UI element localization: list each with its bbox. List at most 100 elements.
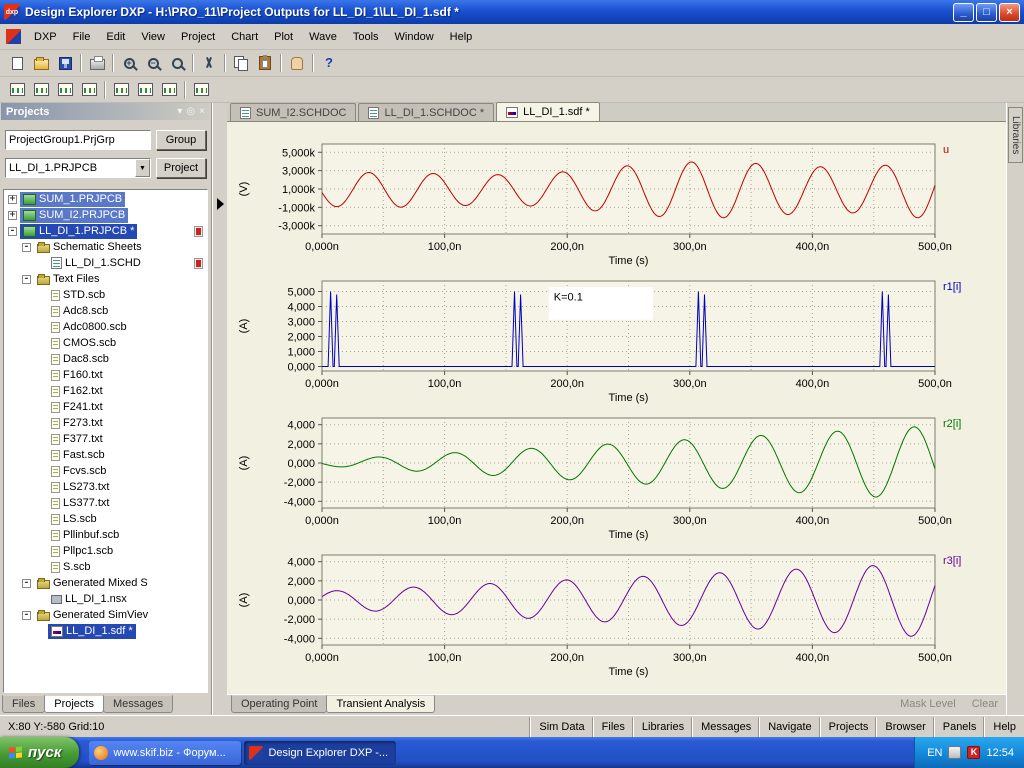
tree-item[interactable]: Adc0800.scb <box>4 319 207 335</box>
document-tab-ll-di-1-schdoc[interactable]: LL_DI_1.SCHDOC * <box>358 103 494 121</box>
paste-icon[interactable] <box>253 52 277 74</box>
document-tab-sum-i2-schdoc[interactable]: SUM_I2.SCHDOC <box>230 103 356 121</box>
tree-item[interactable]: Fast.scb <box>4 447 207 463</box>
menu-plot[interactable]: Plot <box>266 27 301 47</box>
tree-item[interactable]: +SUM_1.PRJPCB <box>4 191 207 207</box>
status-button-navigate[interactable]: Navigate <box>759 717 819 737</box>
libraries-tab[interactable]: Libraries <box>1008 107 1023 163</box>
expander-icon[interactable]: - <box>22 579 31 588</box>
expander-icon[interactable]: + <box>8 211 17 220</box>
cut-icon[interactable] <box>197 52 221 74</box>
copy-icon[interactable] <box>229 52 253 74</box>
tree-item[interactable]: S.scb <box>4 559 207 575</box>
tray-shield-icon[interactable] <box>948 746 961 759</box>
tree-item[interactable]: LS.scb <box>4 511 207 527</box>
menu-chart[interactable]: Chart <box>223 27 266 47</box>
tree-item[interactable]: LS377.txt <box>4 495 207 511</box>
tree-item[interactable]: STD.scb <box>4 287 207 303</box>
status-button-help[interactable]: Help <box>984 717 1024 737</box>
panel-tab-projects[interactable]: Projects <box>44 695 104 713</box>
group-button[interactable]: Group <box>156 130 206 150</box>
new-icon[interactable] <box>5 52 29 74</box>
tree-item[interactable]: Adc8.scb <box>4 303 207 319</box>
tree-item[interactable]: Dac8.scb <box>4 351 207 367</box>
menu-tools[interactable]: Tools <box>345 27 387 47</box>
status-button-libraries[interactable]: Libraries <box>633 717 692 737</box>
expander-icon[interactable]: + <box>8 195 17 204</box>
zoom-out-icon[interactable] <box>141 52 165 74</box>
status-button-messages[interactable]: Messages <box>692 717 759 737</box>
menu-project[interactable]: Project <box>173 27 223 47</box>
minimize-button[interactable]: _ <box>953 3 974 22</box>
panel-tab-files[interactable]: Files <box>2 695 45 713</box>
tree-item[interactable]: -Text Files <box>4 271 207 287</box>
open-icon[interactable] <box>29 52 53 74</box>
wave-new-icon[interactable] <box>5 79 29 101</box>
collapse-arrow-icon[interactable] <box>217 198 224 210</box>
project-combo-value[interactable] <box>5 158 151 178</box>
tree-item[interactable]: F162.txt <box>4 383 207 399</box>
print-icon[interactable] <box>85 52 109 74</box>
panel-close-icon[interactable]: × <box>199 106 205 117</box>
project-group-combo[interactable] <box>5 130 151 150</box>
tree-item[interactable]: LL_DI_1.nsx <box>4 591 207 607</box>
expander-icon[interactable]: - <box>22 275 31 284</box>
tree-item[interactable]: -Generated SimViev <box>4 607 207 623</box>
status-button-projects[interactable]: Projects <box>820 717 877 737</box>
chart-plot-r3-i[interactable]: 4,0002,0000,000-2,000-4,0000,000n100,0n2… <box>227 551 1006 688</box>
tree-item[interactable]: +SUM_I2.PRJPCB <box>4 207 207 223</box>
zoom-in-icon[interactable] <box>117 52 141 74</box>
tree-item[interactable]: F273.txt <box>4 415 207 431</box>
tree-item[interactable]: Pllinbuf.scb <box>4 527 207 543</box>
tray-antivirus-icon[interactable]: K <box>967 746 980 759</box>
wave-cursor-icon[interactable] <box>53 79 77 101</box>
tree-item[interactable]: -Generated Mixed S <box>4 575 207 591</box>
menu-edit[interactable]: Edit <box>98 27 133 47</box>
chevron-down-icon[interactable]: ▼ <box>135 159 150 177</box>
chart-plot-r1-i[interactable]: 5,0004,0003,0002,0001,0000,0000,000n100,… <box>227 277 1006 414</box>
chart-plot-r2-i[interactable]: 4,0002,0000,000-2,000-4,0000,000n100,0n2… <box>227 414 1006 551</box>
help-icon[interactable] <box>317 52 341 74</box>
panel-splitter[interactable] <box>212 103 227 715</box>
wave-search-icon[interactable] <box>189 79 213 101</box>
menu-dxp[interactable]: DXP <box>26 27 65 47</box>
status-button-sim-data[interactable]: Sim Data <box>530 717 592 737</box>
tree-item[interactable]: LL_DI_1.SCHD <box>4 255 207 271</box>
expander-icon[interactable]: - <box>22 611 31 620</box>
pan-icon[interactable] <box>285 52 309 74</box>
expander-icon[interactable]: - <box>8 227 17 236</box>
status-button-panels[interactable]: Panels <box>934 717 985 737</box>
wave-export-icon[interactable] <box>157 79 181 101</box>
panel-tab-messages[interactable]: Messages <box>103 695 173 713</box>
keyboard-layout-indicator[interactable]: EN <box>927 747 942 759</box>
close-button[interactable]: × <box>999 3 1020 22</box>
tree-item[interactable]: Pllpc1.scb <box>4 543 207 559</box>
tree-item[interactable]: CMOS.scb <box>4 335 207 351</box>
project-button[interactable]: Project <box>156 158 206 178</box>
wave-axes-icon[interactable] <box>109 79 133 101</box>
clear-button[interactable]: Clear <box>964 695 1006 713</box>
tree-item[interactable]: F241.txt <box>4 399 207 415</box>
analysis-tab-transient-analysis[interactable]: Transient Analysis <box>326 695 435 713</box>
chart-plot-u[interactable]: 5,000k3,000k1,000k-1,000k-3,000k0,000n10… <box>227 140 1006 277</box>
menu-help[interactable]: Help <box>442 27 481 47</box>
panel-menu-icon[interactable]: ▾ <box>177 106 182 117</box>
wave-stack-icon[interactable] <box>133 79 157 101</box>
status-button-browser[interactable]: Browser <box>876 717 933 737</box>
tree-item[interactable]: -LL_DI_1.PRJPCB * <box>4 223 207 239</box>
project-combo[interactable]: ▼ <box>5 158 151 178</box>
menu-window[interactable]: Window <box>387 27 442 47</box>
tree-item[interactable]: LL_DI_1.sdf * <box>4 623 207 639</box>
status-button-files[interactable]: Files <box>593 717 633 737</box>
tree-item[interactable]: LS273.txt <box>4 479 207 495</box>
wave-grid-icon[interactable] <box>29 79 53 101</box>
taskbar-task-www-skif-biz[interactable]: www.skif.biz - Форум... <box>89 741 241 765</box>
tree-item[interactable]: F160.txt <box>4 367 207 383</box>
menu-view[interactable]: View <box>133 27 173 47</box>
save-icon[interactable] <box>53 52 77 74</box>
menu-file[interactable]: File <box>65 27 99 47</box>
expander-icon[interactable]: - <box>22 243 31 252</box>
analysis-tab-operating-point[interactable]: Operating Point <box>231 695 327 713</box>
wave-fit-icon[interactable] <box>77 79 101 101</box>
menu-wave[interactable]: Wave <box>301 27 345 47</box>
